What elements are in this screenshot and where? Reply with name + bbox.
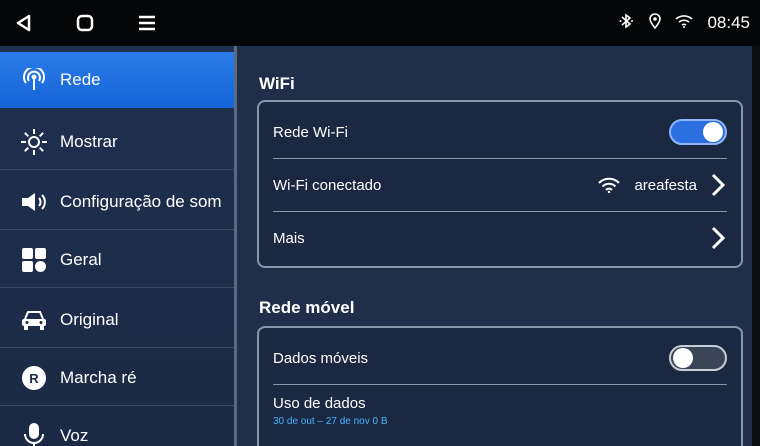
chevron-right-icon: [711, 173, 726, 197]
brightness-icon: [20, 128, 48, 156]
data-usage-period: 30 de out – 27 de nov 0 B: [273, 416, 388, 427]
sidebar-item-original[interactable]: Original: [0, 292, 234, 348]
wifi-connected-label: Wi-Fi conectado: [273, 176, 382, 194]
wifi-section-title: WiFi: [259, 74, 295, 93]
menu-icon[interactable]: [132, 8, 162, 38]
sidebar-item-label: Original: [60, 309, 119, 329]
sidebar-item-label: Rede: [60, 70, 101, 89]
wifi-toggle-row[interactable]: Rede Wi-Fi: [273, 106, 727, 159]
screen-edge: [752, 46, 760, 446]
sidebar: Rede Mostrar Configuração de som Geral O…: [0, 46, 236, 446]
screen: 08:45 Rede Mostrar Configuração de som G…: [0, 0, 760, 446]
toggle-knob: [673, 348, 693, 368]
data-usage-label: Uso de dados: [273, 395, 366, 412]
mobile-data-label: Dados móveis: [273, 349, 369, 367]
location-icon: [649, 13, 662, 33]
sidebar-item-label: Voz: [60, 426, 89, 445]
data-usage-row[interactable]: Uso de dados 30 de out – 27 de nov 0 B: [273, 385, 727, 441]
grid-icon: [20, 246, 48, 274]
home-icon[interactable]: [70, 8, 100, 38]
main-panel: WiFi Rede Wi-Fi Wi-Fi conectado areafest…: [237, 46, 760, 446]
sidebar-item-label: Mostrar: [60, 131, 118, 151]
speaker-icon: [20, 188, 48, 216]
mobile-data-row[interactable]: Dados móveis: [273, 332, 727, 385]
mobile-card: Dados móveis Uso de dados 30 de out – 27…: [257, 326, 743, 446]
toggle-knob: [703, 122, 723, 142]
microphone-icon: [20, 422, 48, 446]
bluetooth-icon: [619, 13, 635, 33]
sidebar-item-configuracao-de-som[interactable]: Configuração de som: [0, 174, 234, 230]
wifi-network-name: areafesta: [634, 176, 697, 194]
svg-text:R: R: [29, 371, 39, 386]
wifi-toggle-label: Rede Wi-Fi: [273, 123, 349, 141]
wifi-card: Rede Wi-Fi Wi-Fi conectado areafesta Mai…: [257, 100, 743, 268]
sidebar-item-marcha-re[interactable]: R Marcha ré: [0, 350, 234, 406]
sidebar-item-rede[interactable]: Rede: [0, 52, 234, 108]
sidebar-item-label: Geral: [60, 249, 102, 269]
wifi-icon: [675, 14, 693, 32]
wifi-signal-icon: [598, 177, 621, 193]
wifi-toggle[interactable]: [669, 119, 727, 145]
mobile-data-toggle[interactable]: [669, 345, 727, 371]
back-icon[interactable]: [8, 8, 38, 38]
sidebar-item-voz[interactable]: Voz: [0, 408, 234, 446]
chevron-right-icon: [711, 226, 726, 250]
wifi-connected-row[interactable]: Wi-Fi conectado areafesta: [273, 159, 727, 212]
status-bar: 08:45: [0, 0, 760, 46]
wifi-more-label: Mais: [273, 229, 305, 247]
sidebar-item-mostrar[interactable]: Mostrar: [0, 114, 234, 170]
reverse-icon: R: [20, 364, 48, 392]
wifi-more-row[interactable]: Mais: [273, 212, 727, 264]
sidebar-item-label: Marcha ré: [60, 367, 137, 387]
car-icon: [20, 306, 48, 334]
sidebar-item-geral[interactable]: Geral: [0, 232, 234, 288]
antenna-icon: [20, 66, 48, 94]
clock: 08:45: [707, 13, 750, 32]
status-icons: 08:45: [619, 0, 750, 46]
sidebar-item-label: Configuração de som: [60, 191, 222, 211]
mobile-section-title: Rede móvel: [259, 298, 355, 317]
